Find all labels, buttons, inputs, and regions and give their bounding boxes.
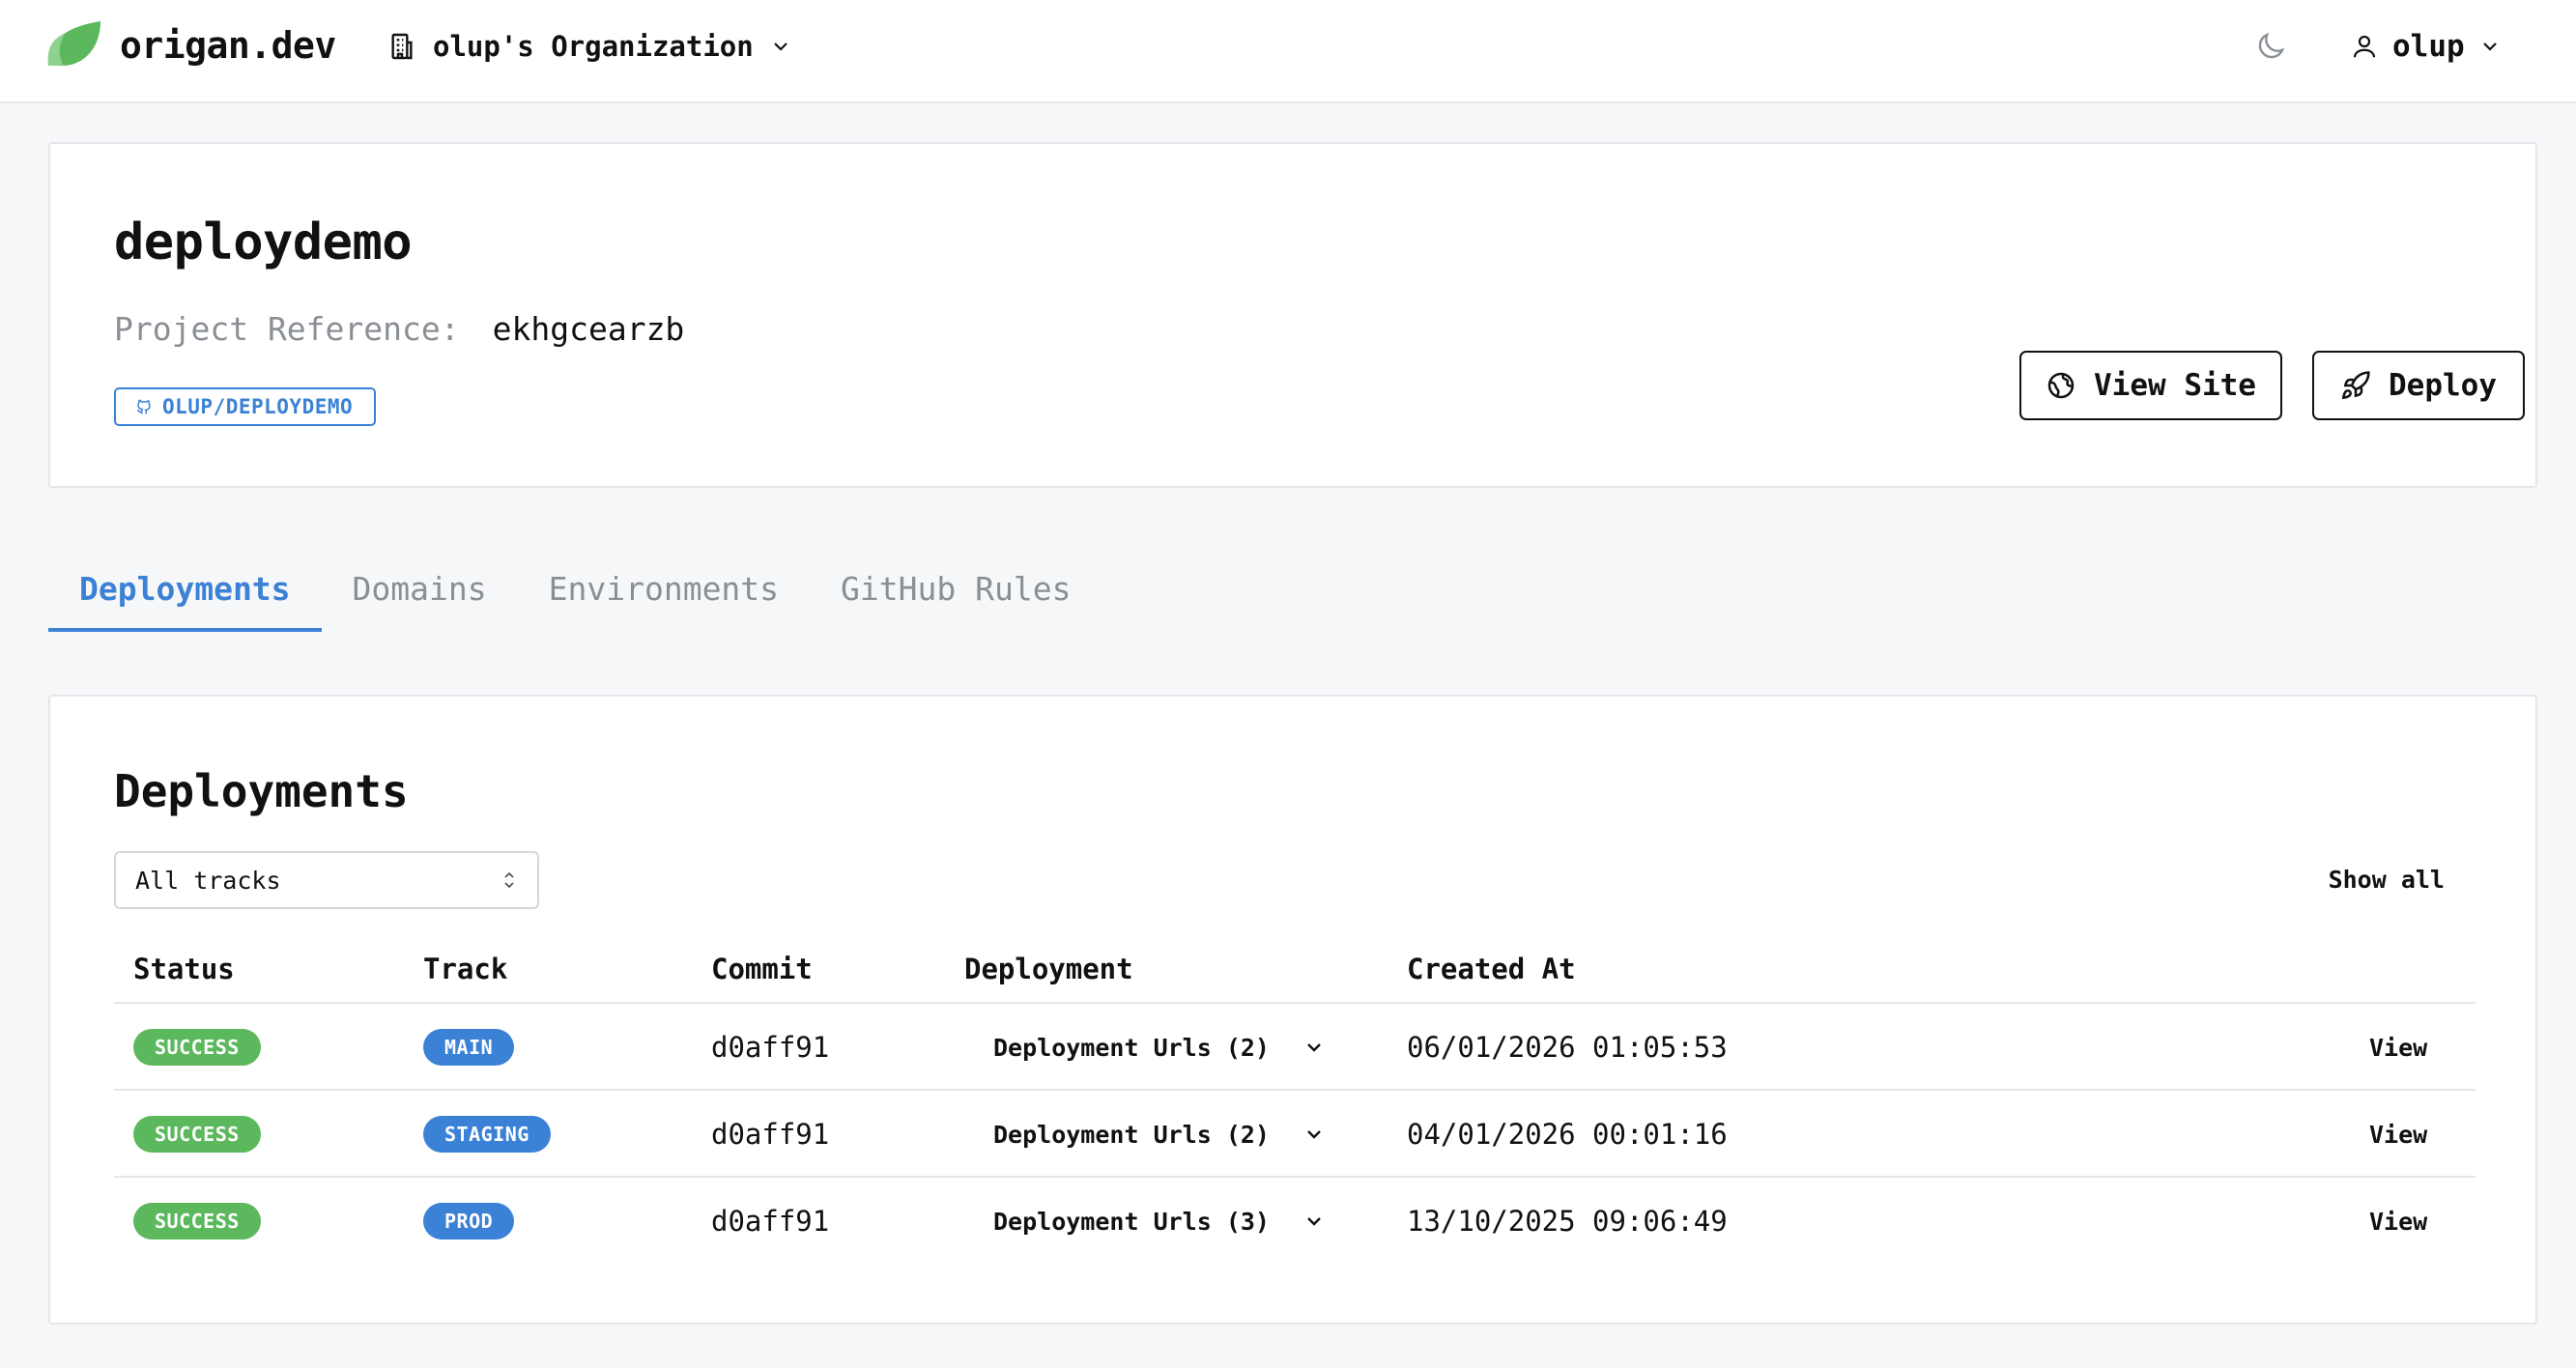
user-name: olup xyxy=(2392,29,2465,64)
tab-environments[interactable]: Environments xyxy=(518,560,810,632)
chevron-down-icon xyxy=(1302,1123,1326,1146)
created-at: 04/01/2026 00:01:16 xyxy=(1407,1118,1728,1151)
view-deployment-link[interactable]: View xyxy=(2369,1178,2427,1265)
table-row: SUCCESS MAIN d0aff91 Deployment Urls (2)… xyxy=(114,1004,2476,1091)
project-reference-value: ekhgcearzb xyxy=(492,310,685,348)
user-menu[interactable]: olup xyxy=(2350,25,2502,68)
deploy-label: Deploy xyxy=(2389,368,2497,403)
track-badge: STAGING xyxy=(423,1116,551,1153)
top-navbar: origan.dev olup's Organization olup xyxy=(0,0,2576,103)
deployments-title: Deployments xyxy=(114,765,409,817)
view-site-label: View Site xyxy=(2094,368,2256,403)
chevron-down-icon xyxy=(1302,1210,1326,1233)
column-commit: Commit xyxy=(711,953,813,985)
status-badge: SUCCESS xyxy=(133,1029,261,1066)
brand-name[interactable]: origan.dev xyxy=(120,21,336,70)
column-deployment: Deployment xyxy=(964,953,1133,985)
show-all-button[interactable]: Show all xyxy=(2329,863,2445,898)
project-title: deploydemo xyxy=(114,214,413,271)
deployment-urls-label: Deployment Urls (2) xyxy=(993,1120,1270,1149)
chevron-up-down-icon xyxy=(501,869,518,891)
project-reference-row: Project Reference: ekhgcearzb xyxy=(114,310,684,349)
view-deployment-link[interactable]: View xyxy=(2369,1091,2427,1178)
commit-hash: d0aff91 xyxy=(711,1118,830,1151)
tab-deployments[interactable]: Deployments xyxy=(48,560,322,632)
deploy-button[interactable]: Deploy xyxy=(2312,351,2525,420)
globe-icon xyxy=(2046,370,2076,401)
view-site-button[interactable]: View Site xyxy=(2019,351,2282,420)
deployment-urls-toggle[interactable]: Deployment Urls (2) xyxy=(993,1091,1326,1178)
status-badge: SUCCESS xyxy=(133,1116,261,1153)
track-badge: PROD xyxy=(423,1203,515,1240)
deployment-urls-toggle[interactable]: Deployment Urls (3) xyxy=(993,1178,1326,1265)
project-card: deploydemo Project Reference: ekhgcearzb… xyxy=(48,142,2537,488)
tab-domains[interactable]: Domains xyxy=(322,560,518,632)
created-at: 06/01/2026 01:05:53 xyxy=(1407,1031,1728,1064)
chevron-down-icon xyxy=(1302,1036,1326,1059)
organization-switcher[interactable]: olup's Organization xyxy=(386,25,792,68)
track-badge: MAIN xyxy=(423,1029,515,1066)
deployments-card: Deployments All tracks Show all Status T… xyxy=(48,695,2537,1325)
table-row: SUCCESS STAGING d0aff91 Deployment Urls … xyxy=(114,1091,2476,1178)
project-reference-label: Project Reference: xyxy=(114,310,460,348)
organization-name: olup's Organization xyxy=(433,30,754,63)
github-repo-badge[interactable]: OLUP/DEPLOYDEMO xyxy=(114,387,377,426)
commit-hash: d0aff91 xyxy=(711,1031,830,1064)
deployment-urls-label: Deployment Urls (3) xyxy=(993,1207,1270,1236)
moon-icon[interactable] xyxy=(2253,29,2288,64)
leaf-logo-icon[interactable] xyxy=(44,19,102,70)
user-icon xyxy=(2350,32,2379,61)
deployments-table: Status Track Commit Deployment Created A… xyxy=(114,938,2476,1265)
rocket-icon xyxy=(2340,370,2371,401)
created-at: 13/10/2025 09:06:49 xyxy=(1407,1205,1728,1238)
table-header: Status Track Commit Deployment Created A… xyxy=(114,938,2476,1004)
view-deployment-link[interactable]: View xyxy=(2369,1004,2427,1091)
track-filter-value: All tracks xyxy=(135,866,281,895)
commit-hash: d0aff91 xyxy=(711,1205,830,1238)
deployment-urls-toggle[interactable]: Deployment Urls (2) xyxy=(993,1004,1326,1091)
tab-github-rules[interactable]: GitHub Rules xyxy=(810,560,1102,632)
github-repo-name: OLUP/DEPLOYDEMO xyxy=(162,395,354,418)
column-created-at: Created At xyxy=(1407,953,1576,985)
column-status: Status xyxy=(133,953,235,985)
chevron-down-icon xyxy=(2478,35,2502,58)
table-row: SUCCESS PROD d0aff91 Deployment Urls (3)… xyxy=(114,1178,2476,1265)
chevron-down-icon xyxy=(769,35,792,58)
column-track: Track xyxy=(423,953,508,985)
github-icon xyxy=(135,397,153,416)
project-tabs: Deployments Domains Environments GitHub … xyxy=(48,560,1102,632)
deployment-urls-label: Deployment Urls (2) xyxy=(993,1033,1270,1062)
building-icon xyxy=(386,31,417,62)
track-filter-select[interactable]: All tracks xyxy=(114,851,539,909)
status-badge: SUCCESS xyxy=(133,1203,261,1240)
